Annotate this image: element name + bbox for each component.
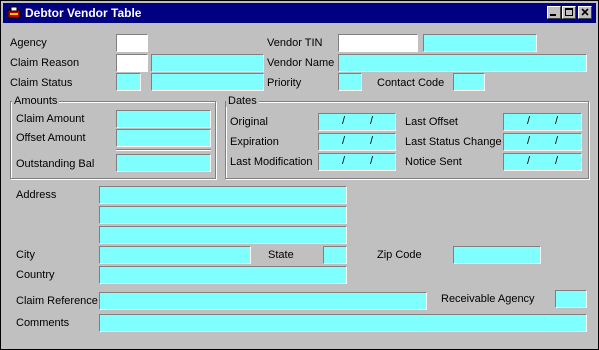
zip-code-field[interactable]: [453, 246, 541, 264]
agency-label: Agency: [10, 37, 47, 49]
claim-reason-label: Claim Reason: [10, 57, 80, 69]
receivable-agency-field[interactable]: [555, 290, 587, 308]
amounts-group-title: Amounts: [12, 95, 60, 107]
date-slash: /: [527, 115, 531, 127]
date-slash: /: [370, 135, 374, 147]
address-label: Address: [16, 189, 57, 201]
notice-sent-date-label: Notice Sent: [405, 156, 462, 168]
vendor-name-label: Vendor Name: [267, 57, 335, 69]
claim-reason-code-field[interactable]: [116, 54, 148, 72]
claim-amount-field[interactable]: [116, 110, 211, 128]
date-slash: /: [527, 155, 531, 167]
comments-label: Comments: [16, 317, 70, 329]
address-line-2-field[interactable]: [99, 206, 347, 224]
state-label: State: [268, 249, 294, 261]
last-modification-date-field[interactable]: / /: [318, 153, 396, 171]
debtor-app-icon: [7, 6, 21, 19]
city-label: City: [16, 249, 35, 261]
last-status-change-date-field[interactable]: / /: [503, 133, 582, 151]
claim-status-label: Claim Status: [10, 77, 73, 89]
outstanding-bal-label: Outstanding Bal: [16, 158, 95, 170]
country-field[interactable]: [99, 266, 347, 284]
state-field[interactable]: [323, 246, 347, 264]
date-slash: /: [370, 115, 374, 127]
date-slash: /: [555, 135, 559, 147]
debtor-vendor-window: Debtor Vendor Table Agency Vendor TIN Cl…: [0, 0, 599, 350]
expiration-date-label: Expiration: [230, 136, 279, 148]
priority-label: Priority: [267, 77, 302, 89]
last-offset-date-field[interactable]: / /: [503, 113, 582, 131]
claim-status-desc-field[interactable]: [151, 73, 264, 91]
agency-field[interactable]: [116, 34, 148, 52]
amounts-separator: [116, 149, 211, 151]
priority-field[interactable]: [338, 73, 362, 91]
outstanding-bal-field[interactable]: [116, 154, 211, 172]
contact-code-label: Contact Code: [377, 77, 445, 89]
last-offset-date-label: Last Offset: [405, 116, 458, 128]
title-bar: Debtor Vendor Table: [3, 3, 596, 23]
last-status-change-date-label: Last Status Change: [405, 136, 502, 148]
comments-field[interactable]: [99, 314, 587, 332]
country-label: Country: [16, 269, 55, 281]
notice-sent-date-field[interactable]: / /: [503, 153, 582, 171]
window-title: Debtor Vendor Table: [25, 6, 142, 20]
claim-reason-desc-field[interactable]: [151, 54, 264, 72]
date-slash: /: [527, 135, 531, 147]
offset-amount-label: Offset Amount: [16, 132, 86, 144]
date-slash: /: [342, 155, 346, 167]
close-icon: [581, 8, 589, 16]
original-date-label: Original: [230, 116, 268, 128]
date-slash: /: [342, 115, 346, 127]
vendor-tin-field[interactable]: [338, 34, 418, 52]
address-line-1-field[interactable]: [99, 186, 347, 204]
address-line-3-field[interactable]: [99, 226, 347, 244]
vendor-tin-suffix-field[interactable]: [423, 34, 537, 52]
date-slash: /: [370, 155, 374, 167]
vendor-tin-label: Vendor TIN: [267, 37, 323, 49]
original-date-field[interactable]: / /: [318, 113, 396, 131]
date-slash: /: [342, 135, 346, 147]
claim-status-code-field[interactable]: [116, 73, 141, 91]
receivable-agency-label: Receivable Agency: [441, 293, 535, 305]
contact-code-field[interactable]: [453, 73, 485, 91]
offset-amount-field[interactable]: [116, 129, 211, 147]
maximize-icon: [565, 8, 573, 16]
dates-group-title: Dates: [226, 95, 259, 107]
vendor-name-field[interactable]: [338, 54, 587, 72]
claim-reference-label: Claim Reference: [16, 295, 98, 307]
city-field[interactable]: [99, 246, 251, 264]
minimize-icon: [550, 14, 556, 16]
claim-amount-label: Claim Amount: [16, 113, 85, 125]
date-slash: /: [555, 115, 559, 127]
maximize-button[interactable]: [562, 6, 576, 19]
last-modification-date-label: Last Modification: [230, 156, 313, 168]
date-slash: /: [555, 155, 559, 167]
minimize-button[interactable]: [547, 6, 561, 19]
zip-code-label: Zip Code: [377, 249, 422, 261]
close-button[interactable]: [578, 6, 592, 19]
claim-reference-field[interactable]: [99, 292, 427, 310]
expiration-date-field[interactable]: / /: [318, 133, 396, 151]
